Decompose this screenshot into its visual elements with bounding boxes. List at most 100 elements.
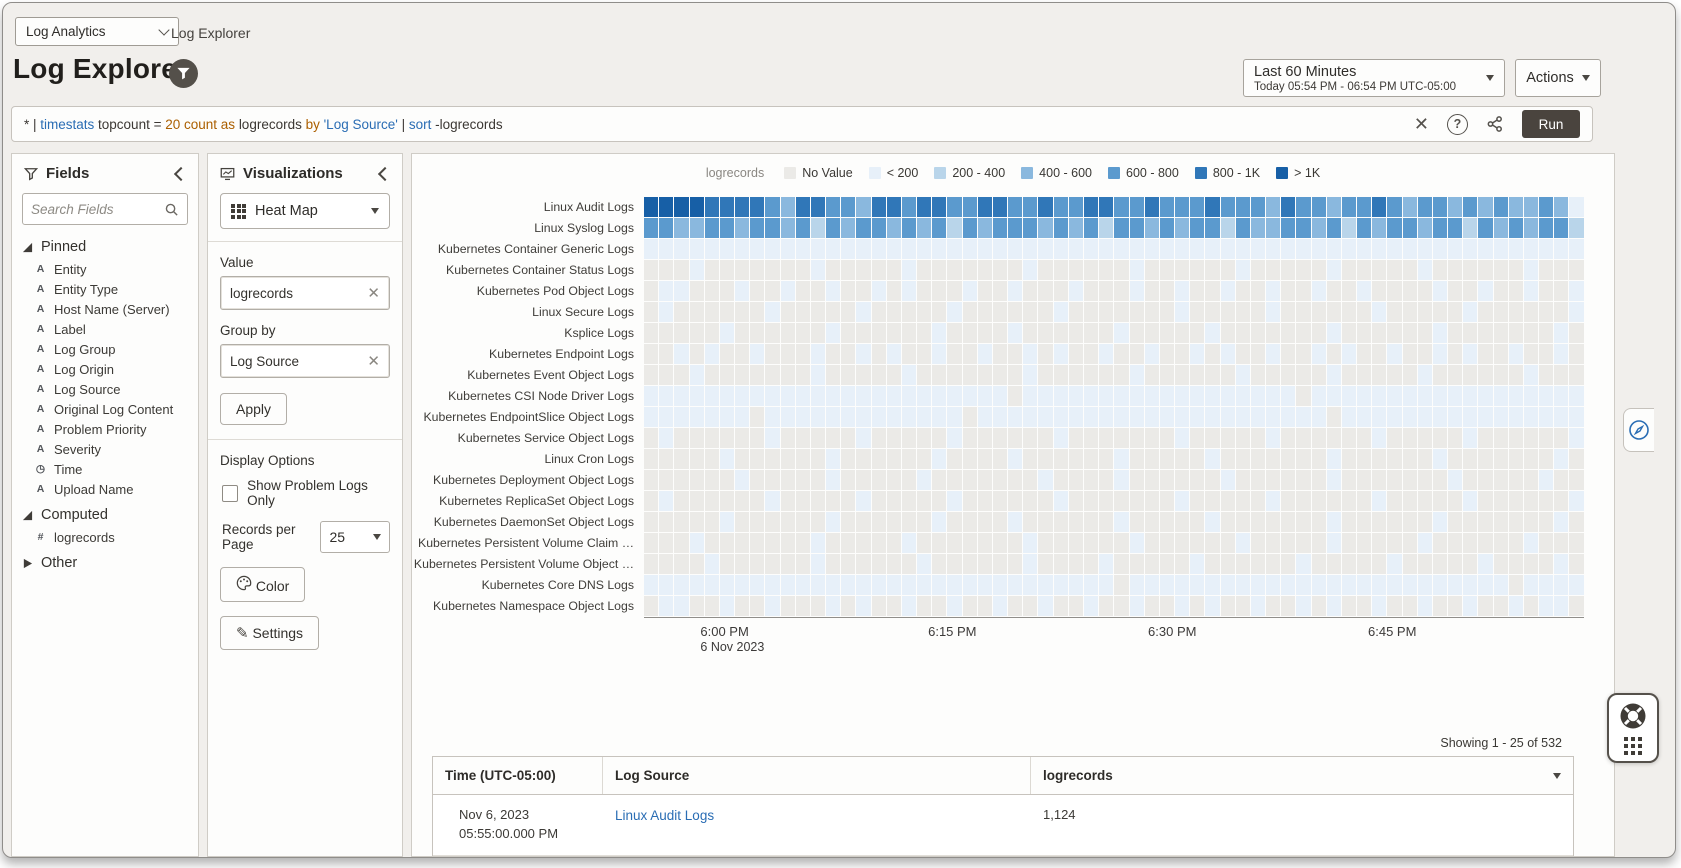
heatmap-cell[interactable] <box>1175 470 1189 490</box>
heatmap-cell[interactable] <box>720 344 734 364</box>
heatmap-cell[interactable] <box>1463 407 1477 427</box>
heatmap-cell[interactable] <box>1251 554 1265 574</box>
heatmap-cell[interactable] <box>1296 533 1310 553</box>
heatmap-cell[interactable] <box>765 449 779 469</box>
heatmap-cell[interactable] <box>1327 449 1341 469</box>
heatmap-cell[interactable] <box>856 428 870 448</box>
heatmap-cell[interactable] <box>1463 575 1477 595</box>
heatmap-cell[interactable] <box>932 596 946 616</box>
heatmap-cell[interactable] <box>1130 491 1144 511</box>
heatmap-cell[interactable] <box>720 239 734 259</box>
heatmap-cell[interactable] <box>1190 281 1204 301</box>
heatmap-cell[interactable] <box>1069 218 1083 238</box>
heatmap-cell[interactable] <box>1494 428 1508 448</box>
heatmap-cell[interactable] <box>750 218 764 238</box>
heatmap-cell[interactable] <box>1175 386 1189 406</box>
heatmap-cell[interactable] <box>993 449 1007 469</box>
heatmap-cell[interactable] <box>917 281 931 301</box>
field-item[interactable]: ALog Group <box>12 339 198 359</box>
heatmap-cell[interactable] <box>963 491 977 511</box>
heatmap-cell[interactable] <box>796 575 810 595</box>
heatmap-cell[interactable] <box>705 365 719 385</box>
heatmap-cell[interactable] <box>1160 449 1174 469</box>
heatmap-cell[interactable] <box>1554 554 1568 574</box>
heatmap-cell[interactable] <box>1327 428 1341 448</box>
heatmap-cell[interactable] <box>1099 260 1113 280</box>
heatmap-cell[interactable] <box>1327 344 1341 364</box>
heatmap-cell[interactable] <box>1509 554 1523 574</box>
heatmap-cell[interactable] <box>705 449 719 469</box>
heatmap-cell[interactable] <box>856 218 870 238</box>
heatmap-cell[interactable] <box>1205 365 1219 385</box>
heatmap-cell[interactable] <box>1175 554 1189 574</box>
heatmap-cell[interactable] <box>796 512 810 532</box>
heatmap-cell[interactable] <box>856 281 870 301</box>
heatmap-cell[interactable] <box>781 491 795 511</box>
heatmap-cell[interactable] <box>690 386 704 406</box>
heatmap-cell[interactable] <box>1357 554 1371 574</box>
heatmap-cell[interactable] <box>1084 281 1098 301</box>
heatmap-cell[interactable] <box>872 197 886 217</box>
heatmap-cell[interactable] <box>674 281 688 301</box>
heatmap-cell[interactable] <box>659 323 673 343</box>
heatmap-cell[interactable] <box>993 197 1007 217</box>
heatmap-cell[interactable] <box>1448 407 1462 427</box>
heatmap-cell[interactable] <box>690 596 704 616</box>
heatmap-cell[interactable] <box>781 470 795 490</box>
heatmap-cell[interactable] <box>1569 197 1583 217</box>
actions-button[interactable]: Actions <box>1515 59 1601 97</box>
field-item[interactable]: AEntity <box>12 259 198 279</box>
heatmap-cell[interactable] <box>902 470 916 490</box>
heatmap-cell[interactable] <box>811 596 825 616</box>
heatmap-cell[interactable] <box>1509 470 1523 490</box>
heatmap-cell[interactable] <box>674 554 688 574</box>
heatmap-cell[interactable] <box>1145 575 1159 595</box>
heatmap-cell[interactable] <box>1205 323 1219 343</box>
heatmap-cell[interactable] <box>1569 239 1583 259</box>
heatmap-cell[interactable] <box>1312 386 1326 406</box>
heatmap-cell[interactable] <box>690 197 704 217</box>
heatmap-cell[interactable] <box>1130 470 1144 490</box>
heatmap-cell[interactable] <box>826 302 840 322</box>
heatmap-cell[interactable] <box>690 218 704 238</box>
heatmap-cell[interactable] <box>1554 386 1568 406</box>
heatmap-cell[interactable] <box>1448 596 1462 616</box>
heatmap-cell[interactable] <box>1403 491 1417 511</box>
heatmap-cell[interactable] <box>1084 470 1098 490</box>
heatmap-cell[interactable] <box>1418 533 1432 553</box>
heatmap-cell[interactable] <box>1539 239 1553 259</box>
heatmap-cell[interactable] <box>1038 386 1052 406</box>
heatmap-cell[interactable] <box>781 218 795 238</box>
heatmap-cell[interactable] <box>1403 302 1417 322</box>
heatmap-cell[interactable] <box>1463 323 1477 343</box>
heatmap-cell[interactable] <box>872 554 886 574</box>
heatmap-cell[interactable] <box>1357 281 1371 301</box>
heatmap-cell[interactable] <box>1281 533 1295 553</box>
heatmap-cell[interactable] <box>963 218 977 238</box>
heatmap-cell[interactable] <box>887 260 901 280</box>
heatmap-cell[interactable] <box>1175 365 1189 385</box>
heatmap-cell[interactable] <box>811 197 825 217</box>
query-input[interactable]: * | timestats topcount = 20 count as log… <box>24 117 1414 132</box>
heatmap-cell[interactable] <box>659 512 673 532</box>
heatmap-cell[interactable] <box>690 428 704 448</box>
heatmap-cell[interactable] <box>1372 470 1386 490</box>
field-item[interactable]: AHost Name (Server) <box>12 299 198 319</box>
heatmap-cell[interactable] <box>1312 260 1326 280</box>
heatmap-cell[interactable] <box>1008 512 1022 532</box>
heatmap-cell[interactable] <box>811 239 825 259</box>
heatmap-cell[interactable] <box>1190 218 1204 238</box>
heatmap-cell[interactable] <box>1236 218 1250 238</box>
heatmap-cell[interactable] <box>1054 449 1068 469</box>
heatmap-cell[interactable] <box>1130 386 1144 406</box>
app-selector-dropdown[interactable]: Log Analytics <box>15 17 179 46</box>
heatmap-cell[interactable] <box>1266 512 1280 532</box>
heatmap-cell[interactable] <box>1038 407 1052 427</box>
heatmap-cell[interactable] <box>1342 344 1356 364</box>
heatmap-cell[interactable] <box>1221 407 1235 427</box>
heatmap-cell[interactable] <box>1069 491 1083 511</box>
heatmap-cell[interactable] <box>1494 596 1508 616</box>
heatmap-cell[interactable] <box>1509 512 1523 532</box>
heatmap-cell[interactable] <box>1008 428 1022 448</box>
heatmap-cell[interactable] <box>1190 449 1204 469</box>
